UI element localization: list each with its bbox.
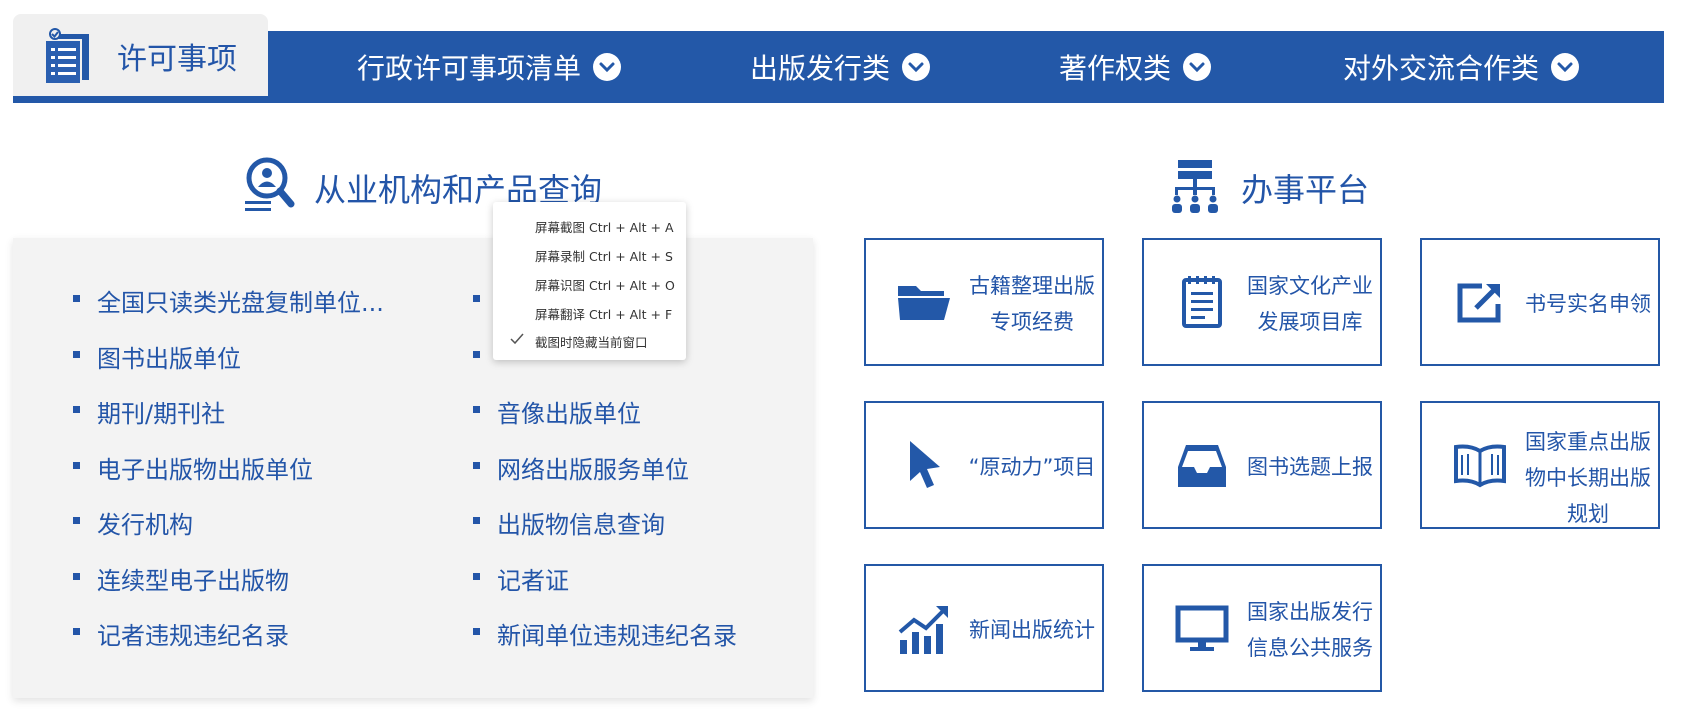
nav-home-tab[interactable]: 许可事项 xyxy=(13,14,268,103)
tile-isbn-real-name-application[interactable]: 书号实名申领 xyxy=(1420,238,1660,366)
cursor-icon xyxy=(910,441,940,488)
chevron-down-icon xyxy=(1183,53,1212,81)
menu-item-screenshot[interactable]: 屏幕截图 Ctrl + Alt + A xyxy=(535,217,674,236)
menu-item-screen-record[interactable]: 屏幕录制 Ctrl + Alt + S xyxy=(535,246,673,265)
tile-ancient-books-fund[interactable]: 古籍整理出版专项经费 xyxy=(864,238,1104,366)
bullet xyxy=(473,295,480,302)
tile-book-topic-report[interactable]: 图书选题上报 xyxy=(1142,401,1382,529)
menu-copyright[interactable]: 著作权类 xyxy=(1059,31,1212,103)
menu-foreign-exchange[interactable]: 对外交流合作类 xyxy=(1343,31,1580,103)
open-book-icon xyxy=(1454,444,1506,488)
bullet xyxy=(473,628,480,635)
checkmark-icon xyxy=(510,333,524,345)
tile-publishing-info-public-service[interactable]: 国家出版发行信息公共服务 xyxy=(1142,564,1382,692)
bullet xyxy=(73,351,80,358)
list-item[interactable]: 连续型电子出版物 xyxy=(73,561,289,596)
list-item[interactable]: 出版物信息查询 xyxy=(473,505,665,540)
menu-item-screen-recognize[interactable]: 屏幕识图 Ctrl + Alt + O xyxy=(535,275,675,294)
bullet xyxy=(73,517,80,524)
menu-item-screen-translate[interactable]: 屏幕翻译 Ctrl + Alt + F xyxy=(535,304,672,323)
list-item[interactable]: 记者违规违纪名录 xyxy=(73,616,289,651)
tile-label: 国家文化产业发展项目库 xyxy=(1247,274,1373,334)
list-item[interactable]: 图书出版单位 xyxy=(73,339,241,374)
tile-national-key-publication-plan[interactable]: 国家重点出版物中长期出版规划 xyxy=(1420,401,1660,529)
tile-label: 国家重点出版物中长期出版规划 xyxy=(1525,430,1651,526)
bullet xyxy=(73,406,80,413)
menu-admin-license-list[interactable]: 行政许可事项清单 xyxy=(357,31,622,103)
list-item[interactable]: 新闻单位违规违纪名录 xyxy=(473,616,737,651)
bar-chart-icon xyxy=(898,606,948,654)
menu-label: 行政许可事项清单 xyxy=(357,52,582,85)
chevron-down-icon xyxy=(1551,53,1580,81)
list-item[interactable]: 发行机构 xyxy=(73,505,193,540)
list-item[interactable]: 音像出版单位 xyxy=(473,394,641,429)
tile-press-publication-statistics[interactable]: 新闻出版统计 xyxy=(864,564,1104,692)
menu-item-hide-window[interactable]: 截图时隐藏当前窗口 xyxy=(535,332,648,351)
external-link-icon xyxy=(1457,283,1501,323)
nav-home-underline xyxy=(13,96,268,103)
list-item[interactable]: 期刊/期刊社 xyxy=(73,394,225,429)
list-item[interactable]: 电子出版物出版单位 xyxy=(73,450,313,485)
bullet xyxy=(73,573,80,580)
chevron-down-icon xyxy=(902,53,931,81)
bullet xyxy=(473,406,480,413)
checklist-icon xyxy=(44,28,89,84)
tile-label: 图书选题上报 xyxy=(1247,455,1373,479)
org-chart-icon xyxy=(1172,160,1218,213)
list-item[interactable]: 网络出版服务单位 xyxy=(473,450,689,485)
bullet xyxy=(473,462,480,469)
chevron-down-icon xyxy=(593,53,622,81)
bullet xyxy=(473,573,480,580)
tile-label: 国家出版发行信息公共服务 xyxy=(1247,600,1373,660)
bullet xyxy=(473,351,480,358)
menu-label: 出版发行类 xyxy=(750,52,891,85)
list-item[interactable]: 记者证 xyxy=(473,561,569,596)
monitor-icon xyxy=(1175,605,1229,651)
search-person-icon xyxy=(245,157,295,211)
bullet xyxy=(73,295,80,302)
screenshot-context-menu: 屏幕截图 Ctrl + Alt + A 屏幕录制 Ctrl + Alt + S … xyxy=(493,202,686,360)
inbox-icon xyxy=(1178,445,1226,487)
nav-home-label: 许可事项 xyxy=(117,42,237,77)
tile-culture-industry-projects[interactable]: 国家文化产业发展项目库 xyxy=(1142,238,1382,366)
tile-label: 书号实名申领 xyxy=(1525,292,1651,316)
bullet xyxy=(473,517,480,524)
list-item[interactable]: 全国只读类光盘复制单位... xyxy=(73,283,384,318)
bullet xyxy=(73,462,80,469)
tile-label: 古籍整理出版专项经费 xyxy=(969,274,1095,334)
platform-section-title: 办事平台 xyxy=(1241,171,1370,209)
tile-label: “原动力”项目 xyxy=(968,455,1096,479)
menu-label: 著作权类 xyxy=(1059,52,1172,85)
bullet xyxy=(73,628,80,635)
menu-label: 对外交流合作类 xyxy=(1343,52,1540,85)
tile-yuandongli-project[interactable]: “原动力”项目 xyxy=(864,401,1104,529)
folder-icon xyxy=(898,286,950,320)
tile-label: 新闻出版统计 xyxy=(969,618,1095,642)
notepad-icon xyxy=(1182,276,1222,328)
menu-publishing[interactable]: 出版发行类 xyxy=(750,31,931,103)
